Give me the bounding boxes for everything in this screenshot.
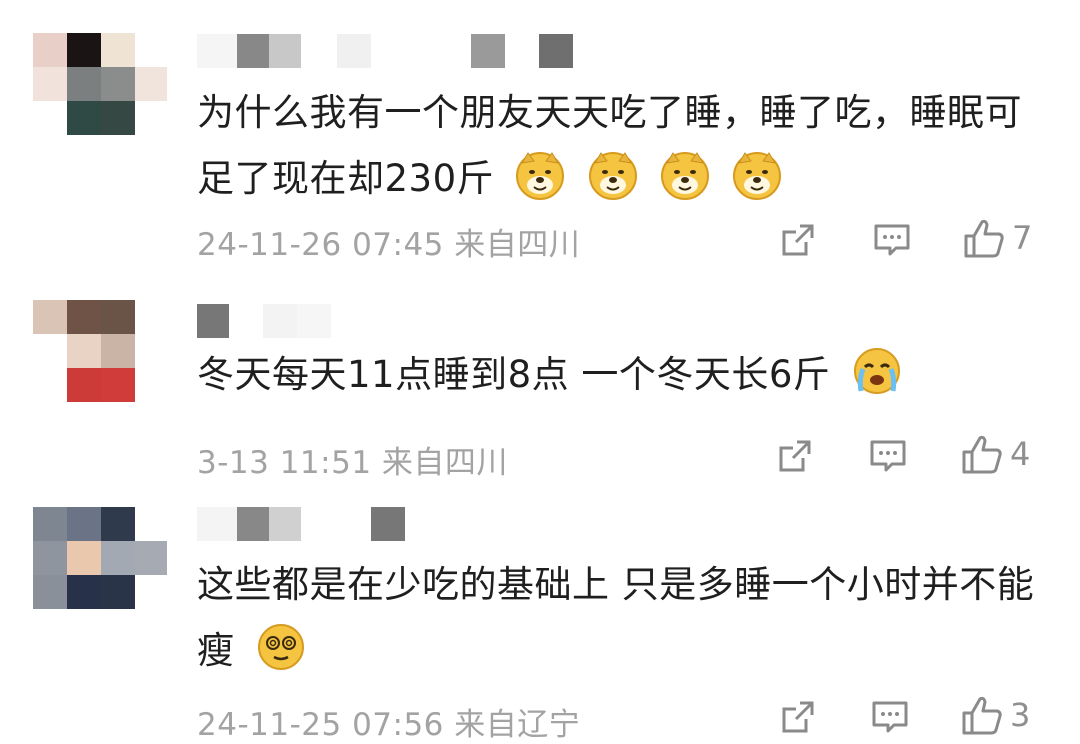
comment-text: 冬天每天11点睡到8点 一个冬天长6斤 [197,342,1037,408]
comment-meta: 24-11-26 07:45 来自四川 [197,227,581,263]
thumbs-up-icon [962,696,1002,735]
thumbs-up-icon [964,219,1004,258]
share-icon [782,701,814,733]
comment-item: 这些都是在少吃的基础上 只是多睡一个小时并不能瘦 24-11-25 07:56 … [0,487,1080,743]
like-button[interactable]: 4 [960,432,1030,476]
comment-meta: 3-13 11:51 来自四川 [197,445,508,481]
comment-body: 这些都是在少吃的基础上 只是多睡一个小时并不能瘦 [197,563,1035,672]
username-blurred[interactable] [197,304,331,340]
like-button[interactable]: 3 [960,693,1030,737]
comment-meta: 24-11-25 07:56 来自辽宁 [197,707,581,743]
share-button[interactable] [778,220,818,260]
share-button[interactable] [778,697,818,737]
reply-button[interactable] [870,697,910,737]
username-blurred[interactable] [197,34,573,70]
comment-icon [874,224,910,256]
comment-text: 这些都是在少吃的基础上 只是多睡一个小时并不能瘦 [197,552,1037,684]
share-icon [782,224,814,256]
comment-item: 冬天每天11点睡到8点 一个冬天长6斤 3-13 11:51 来自四川 4 [0,262,1080,487]
avatar[interactable] [33,33,167,135]
comment-icon [872,701,908,733]
like-count: 3 [1010,696,1031,734]
spiral-eyes-emoji [255,621,307,673]
avatar[interactable] [33,507,167,609]
thumbs-up-icon [962,435,1002,474]
comment-item: 为什么我有一个朋友天天吃了睡，睡了吃，睡眠可足了现在却230斤 24-11-26… [0,0,1080,263]
reply-button[interactable] [872,220,912,260]
doge-emoji [731,149,783,201]
doge-emoji [659,149,711,201]
username-blurred[interactable] [197,507,405,543]
comment-body: 冬天每天11点睡到8点 一个冬天长6斤 [197,353,831,396]
like-count: 7 [1012,219,1033,257]
doge-emoji [587,149,639,201]
comment-icon [870,440,906,472]
avatar[interactable] [33,300,167,402]
like-button[interactable]: 7 [962,216,1032,260]
comment-text: 为什么我有一个朋友天天吃了睡，睡了吃，睡眠可足了现在却230斤 [197,80,1037,212]
doge-emoji [514,149,566,201]
like-count: 4 [1010,435,1031,473]
crying-emoji [851,345,903,397]
share-button[interactable] [775,436,815,476]
share-icon [779,440,811,472]
reply-button[interactable] [868,436,908,476]
